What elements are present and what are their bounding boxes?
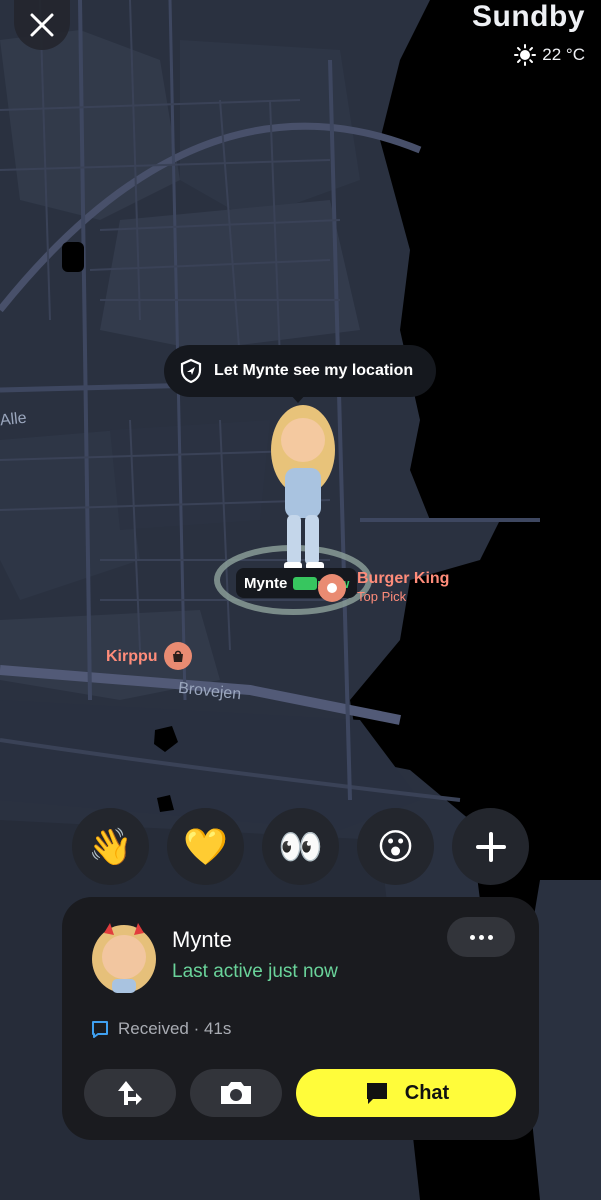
- chat-button-label: Chat: [404, 1081, 450, 1104]
- card-actions: Chat: [84, 1069, 516, 1117]
- share-location-label: Let Mynte see my location: [214, 362, 414, 379]
- temperature: 22 °C: [542, 45, 585, 64]
- street-label-alle: Alle: [0, 409, 28, 430]
- weather: 22 °C: [514, 44, 585, 66]
- plus-icon: [475, 831, 506, 862]
- share-location-button[interactable]: Let Mynte see my location: [164, 345, 436, 397]
- reaction-wave-button[interactable]: 👋: [72, 808, 149, 885]
- more-dot: [487, 934, 493, 940]
- chat-bubble-outline-icon: [92, 1021, 108, 1038]
- poi-burger-king-badge[interactable]: [318, 574, 346, 602]
- poi-kirppu-name[interactable]: Kirppu: [106, 648, 158, 666]
- sun-icon: [514, 44, 537, 66]
- poi-burger-king-subtitle: Top Pick: [357, 589, 407, 604]
- battery-icon: [293, 576, 321, 590]
- friend-tag-name: Mynte: [244, 574, 288, 592]
- poi-kirppu-badge[interactable]: [164, 642, 192, 670]
- poi-burger-king-name[interactable]: Burger King: [357, 570, 449, 588]
- received-status: Received · 41s: [90, 1019, 231, 1039]
- location-shield-icon: [180, 358, 202, 384]
- last-active-status: Last active just now: [172, 961, 338, 982]
- friend-card: Mynte Last active just now Received · 41…: [62, 897, 539, 1140]
- friend-name: Mynte: [172, 927, 232, 952]
- chat-button[interactable]: Chat: [296, 1069, 516, 1117]
- chat-bubble-icon: [366, 1083, 387, 1104]
- reaction-heart-button[interactable]: 💛: [167, 808, 244, 885]
- friend-avatar[interactable]: [88, 917, 160, 995]
- reaction-add-button[interactable]: [452, 808, 529, 885]
- received-text: Received · 41s: [118, 1019, 232, 1038]
- more-dot: [478, 934, 484, 940]
- pill-pointer: [290, 394, 306, 403]
- directions-icon: [118, 1081, 142, 1105]
- shopping-bag-icon: [173, 650, 183, 662]
- camera-button[interactable]: [190, 1069, 282, 1117]
- directions-button[interactable]: [84, 1069, 176, 1117]
- place-name: Sundby: [472, 0, 585, 33]
- more-dot: [469, 934, 475, 940]
- reaction-eyes-button[interactable]: 👀: [262, 808, 339, 885]
- reaction-bar: 👋 💛 👀 😮: [72, 808, 529, 885]
- camera-icon: [221, 1082, 251, 1104]
- close-icon: [30, 13, 54, 37]
- more-options-button[interactable]: [447, 917, 515, 957]
- food-icon: [327, 583, 337, 593]
- reaction-surprised-button[interactable]: 😮: [357, 808, 434, 885]
